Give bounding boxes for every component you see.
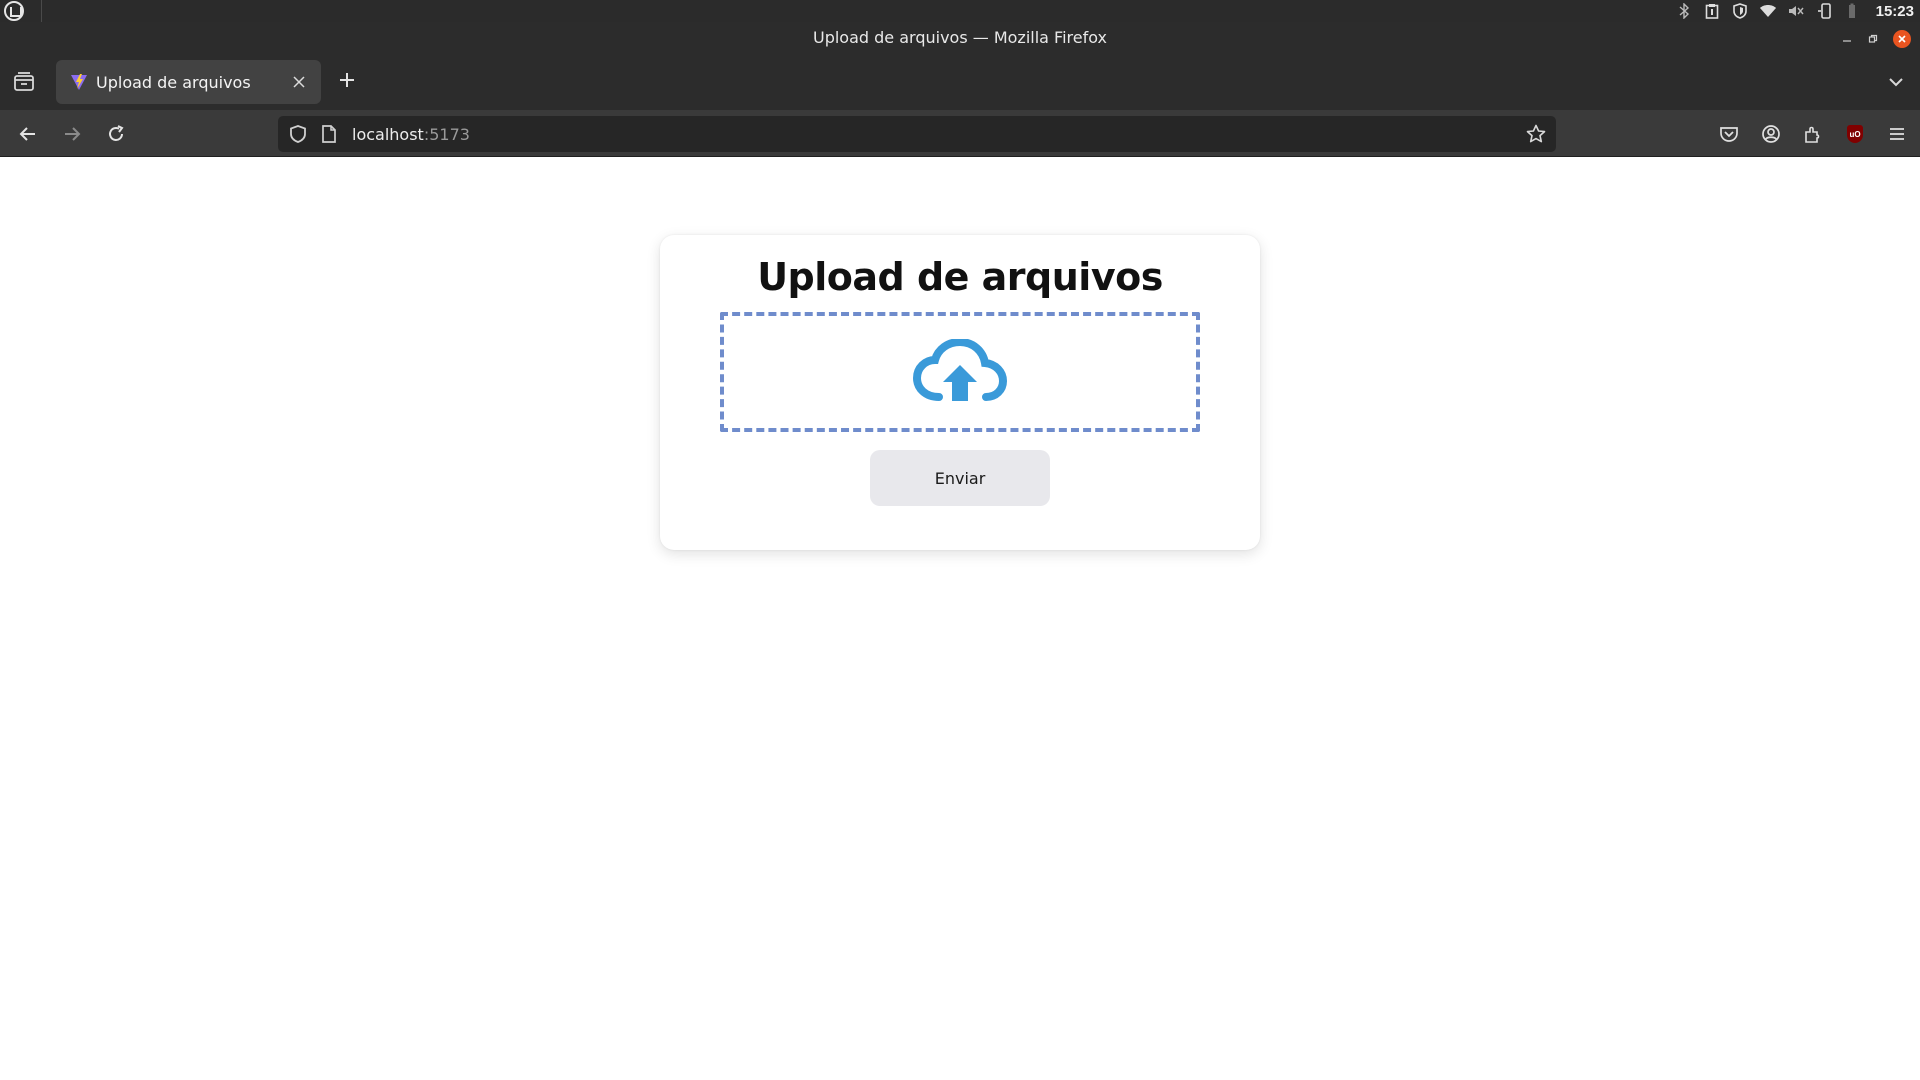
tab-label: Upload de arquivos: [96, 72, 251, 92]
cloud-upload-icon: [913, 339, 1007, 401]
navigation-toolbar: localhost:5173 uO: [0, 110, 1920, 157]
system-bar-divider: [41, 0, 42, 22]
bookmark-star-icon[interactable]: [1526, 124, 1546, 144]
extensions-icon[interactable]: [1800, 121, 1826, 147]
upload-card: Upload de arquivos Enviar: [660, 235, 1260, 550]
shield-tray-icon[interactable]: [1732, 3, 1748, 19]
clock[interactable]: 15:23: [1876, 3, 1914, 20]
new-tab-button[interactable]: [334, 68, 360, 94]
phone-connect-icon[interactable]: [1816, 3, 1832, 19]
wifi-icon[interactable]: [1759, 3, 1776, 19]
page-content: Upload de arquivos Enviar: [0, 158, 1920, 1080]
page-info-icon[interactable]: [320, 124, 338, 144]
system-top-bar: 15:23: [0, 0, 1920, 22]
window-title-bar: Upload de arquivos — Mozilla Firefox: [0, 22, 1920, 54]
firefox-view-icon[interactable]: [12, 70, 36, 94]
mint-menu-icon[interactable]: [4, 1, 24, 21]
battery-icon[interactable]: [1844, 3, 1860, 19]
account-icon[interactable]: [1758, 121, 1784, 147]
bluetooth-icon[interactable]: [1676, 3, 1692, 19]
pocket-icon[interactable]: [1716, 121, 1742, 147]
close-window-button[interactable]: [1893, 30, 1911, 48]
file-dropzone[interactable]: [720, 312, 1200, 432]
forward-button[interactable]: [58, 120, 86, 148]
volume-muted-icon[interactable]: [1788, 3, 1804, 19]
send-button[interactable]: Enviar: [870, 450, 1050, 506]
back-button[interactable]: [14, 120, 42, 148]
vite-favicon-icon: [71, 74, 87, 90]
clipboard-icon[interactable]: [1704, 3, 1720, 19]
maximize-button[interactable]: [1864, 30, 1882, 48]
hamburger-menu-icon[interactable]: [1884, 121, 1910, 147]
system-tray: 15:23: [1676, 0, 1914, 22]
minimize-button[interactable]: [1838, 30, 1856, 48]
reload-button[interactable]: [102, 120, 130, 148]
toolbar-right-icons: uO: [1716, 120, 1910, 148]
ublock-origin-icon[interactable]: uO: [1842, 121, 1868, 147]
url-port: :5173: [423, 124, 470, 144]
list-all-tabs-icon[interactable]: [1884, 70, 1908, 94]
url-text[interactable]: localhost:5173: [352, 125, 470, 144]
url-host: localhost: [352, 124, 424, 144]
address-bar[interactable]: localhost:5173: [278, 116, 1556, 152]
tab-upload-de-arquivos[interactable]: Upload de arquivos: [56, 60, 321, 104]
page-title: Upload de arquivos: [757, 255, 1163, 299]
tab-strip: Upload de arquivos: [0, 54, 1920, 110]
tab-close-icon[interactable]: [289, 72, 309, 92]
tracking-protection-icon[interactable]: [288, 124, 308, 144]
window-title: Upload de arquivos — Mozilla Firefox: [812, 28, 1107, 47]
